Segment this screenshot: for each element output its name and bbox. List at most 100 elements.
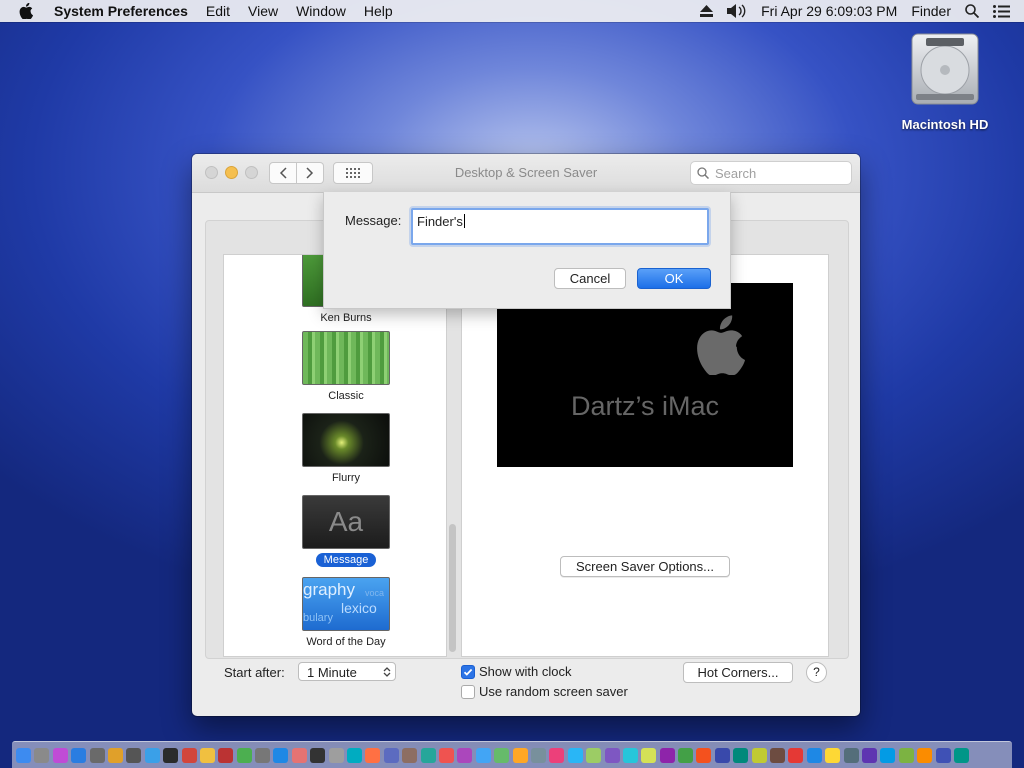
- dock-app-icon[interactable]: [788, 747, 804, 763]
- dock-app-icon[interactable]: [641, 747, 657, 763]
- finder-menu[interactable]: Finder: [911, 3, 951, 19]
- dock-app-icon[interactable]: [567, 747, 583, 763]
- dock-app-icon[interactable]: [494, 747, 510, 763]
- show-clock-checkbox[interactable]: [461, 665, 475, 679]
- start-after-select[interactable]: 1 Minute: [298, 662, 396, 681]
- classic-thumbnail: [302, 331, 390, 385]
- menu-view[interactable]: View: [248, 3, 278, 19]
- dock-app-icon[interactable]: [825, 747, 841, 763]
- search-placeholder: Search: [715, 165, 757, 181]
- notification-center-icon[interactable]: [993, 4, 1010, 18]
- cancel-button[interactable]: Cancel: [554, 268, 626, 289]
- dock-app-icon[interactable]: [806, 747, 822, 763]
- dock-app-icon[interactable]: [420, 747, 436, 763]
- dock-app-icon[interactable]: [678, 747, 694, 763]
- message-input-value: Finder's: [417, 214, 463, 229]
- random-saver-label: Use random screen saver: [479, 684, 628, 699]
- dock-app-icon[interactable]: [52, 747, 68, 763]
- dock-app-icon[interactable]: [696, 747, 712, 763]
- screen-saver-preview: Dartz’s iMac: [497, 283, 793, 467]
- dock-app-icon[interactable]: [236, 747, 252, 763]
- dock-app-icon[interactable]: [586, 747, 602, 763]
- thumb-word: lexico: [341, 600, 377, 616]
- random-saver-checkbox[interactable]: [461, 685, 475, 699]
- dock-app-icon[interactable]: [475, 747, 491, 763]
- menu-window[interactable]: Window: [296, 3, 346, 19]
- preferences-window: Desktop & Screen Saver Search Ken Burns …: [192, 154, 860, 716]
- apple-menu-icon[interactable]: [19, 3, 37, 19]
- menu-help[interactable]: Help: [364, 3, 393, 19]
- dock-app-icon[interactable]: [880, 747, 896, 763]
- message-label: Message:: [345, 213, 402, 228]
- chevron-updown-icon: [383, 667, 391, 677]
- dock-app-icon[interactable]: [843, 747, 859, 763]
- search-field[interactable]: Search: [690, 161, 852, 185]
- dock-app-icon[interactable]: [622, 747, 638, 763]
- volume-icon[interactable]: [727, 4, 747, 18]
- dock-app-icon[interactable]: [163, 747, 179, 763]
- dock-app-icon[interactable]: [126, 747, 142, 763]
- dock-app-icon[interactable]: [199, 747, 215, 763]
- help-button[interactable]: ?: [806, 662, 827, 683]
- dock-app-icon[interactable]: [402, 747, 418, 763]
- list-item-word-of-the-day[interactable]: graphy lexico bulary voca Word of the Da…: [286, 577, 406, 649]
- saver-name: Flurry: [331, 472, 361, 484]
- dock-app-icon[interactable]: [770, 747, 786, 763]
- dock-app-icon[interactable]: [512, 747, 528, 763]
- clock[interactable]: Fri Apr 29 6:09:03 PM: [761, 3, 897, 19]
- search-icon: [697, 167, 709, 179]
- dock-app-icon[interactable]: [291, 747, 307, 763]
- dock-app-icon[interactable]: [383, 747, 399, 763]
- desktop-hd[interactable]: Macintosh HD: [893, 30, 997, 132]
- dock-app-icon[interactable]: [751, 747, 767, 763]
- saver-name: Ken Burns: [320, 312, 372, 324]
- apple-logo-icon: [697, 315, 745, 375]
- dock-app-icon[interactable]: [438, 747, 454, 763]
- dock-app-icon[interactable]: [218, 747, 234, 763]
- list-scrollbar[interactable]: [449, 524, 456, 652]
- dock-app-icon[interactable]: [917, 747, 933, 763]
- menu-edit[interactable]: Edit: [206, 3, 230, 19]
- dock-app-icon[interactable]: [107, 747, 123, 763]
- ok-button[interactable]: OK: [637, 268, 711, 289]
- dock-app-icon[interactable]: [347, 747, 363, 763]
- word-of-the-day-thumbnail: graphy lexico bulary voca: [302, 577, 390, 631]
- eject-icon[interactable]: [700, 5, 714, 17]
- dock-app-icon[interactable]: [310, 747, 326, 763]
- dock-app-icon[interactable]: [935, 747, 951, 763]
- dock-app-icon[interactable]: [659, 747, 675, 763]
- dock-app-icon[interactable]: [530, 747, 546, 763]
- screen-saver-list[interactable]: Ken Burns Classic Flurry Aa Message grap…: [223, 254, 447, 657]
- dock-app-icon[interactable]: [604, 747, 620, 763]
- dock-app-icon[interactable]: [144, 747, 160, 763]
- spotlight-icon[interactable]: [965, 4, 979, 18]
- dock-app-icon[interactable]: [733, 747, 749, 763]
- dock-app-icon[interactable]: [953, 747, 969, 763]
- screen-saver-options-button[interactable]: Screen Saver Options...: [560, 556, 730, 577]
- hot-corners-button[interactable]: Hot Corners...: [683, 662, 793, 683]
- dock-app-icon[interactable]: [16, 747, 31, 763]
- title-bar: Desktop & Screen Saver Search: [192, 154, 860, 193]
- dock-app-icon[interactable]: [714, 747, 730, 763]
- message-sheet: Message: Finder's Cancel OK: [323, 192, 731, 309]
- dock-app-icon[interactable]: [861, 747, 877, 763]
- message-input[interactable]: Finder's: [411, 208, 709, 245]
- dock-app-icon[interactable]: [365, 747, 381, 763]
- dock-app-icon[interactable]: [181, 747, 197, 763]
- dock-app-icon[interactable]: [34, 747, 50, 763]
- list-item-flurry[interactable]: Flurry: [286, 413, 406, 485]
- dock-app-icon[interactable]: [71, 747, 87, 763]
- dock-app-icon[interactable]: [328, 747, 344, 763]
- dock-app-icon[interactable]: [273, 747, 289, 763]
- list-item-classic[interactable]: Classic: [286, 331, 406, 403]
- app-menu[interactable]: System Preferences: [54, 3, 188, 19]
- dock-app-icon[interactable]: [255, 747, 271, 763]
- show-clock-label: Show with clock: [479, 664, 572, 679]
- dock-app-icon[interactable]: [89, 747, 105, 763]
- dock-app-icon[interactable]: [898, 747, 914, 763]
- start-after-label: Start after:: [224, 665, 285, 680]
- list-item-message[interactable]: Aa Message: [286, 495, 406, 567]
- hd-label: Macintosh HD: [901, 117, 989, 132]
- dock-app-icon[interactable]: [549, 747, 565, 763]
- dock-app-icon[interactable]: [457, 747, 473, 763]
